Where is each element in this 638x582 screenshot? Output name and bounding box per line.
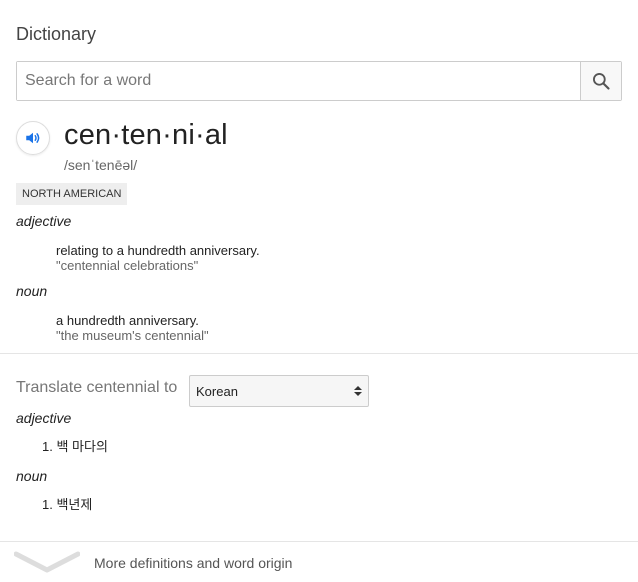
card-title: Dictionary	[16, 24, 97, 44]
search-button[interactable]	[580, 62, 621, 100]
translation-part-of-speech: noun	[16, 468, 48, 484]
example: "centennial celebrations"	[56, 258, 199, 273]
language-select-value: Korean	[196, 383, 238, 399]
more-definitions-link[interactable]: More definitions and word origin	[0, 542, 638, 582]
phonetic-spelling: /senˈtenēəl/	[64, 157, 138, 173]
chevron-down-icon	[14, 551, 80, 573]
part-of-speech: adjective	[16, 213, 72, 229]
translation-item: 1. 백 마다의	[42, 439, 108, 454]
pronunciation-button[interactable]	[16, 121, 50, 155]
translation-item: 1. 백년제	[42, 497, 93, 512]
definition: a hundredth anniversary.	[56, 313, 199, 328]
search-input[interactable]	[17, 62, 580, 100]
part-of-speech: noun	[16, 283, 48, 299]
select-arrows-icon	[354, 386, 362, 396]
section-divider	[0, 353, 638, 354]
translation-part-of-speech: adjective	[16, 410, 72, 426]
translate-label: Translate centennial to	[16, 379, 178, 396]
region-badge: NORTH AMERICAN	[16, 183, 128, 205]
dictionary-card: Dictionary cen·ten·ni·al /senˈtenēəl/ NO…	[0, 0, 638, 582]
example: "the museum's centennial"	[56, 328, 209, 343]
search-box	[16, 61, 622, 101]
speaker-icon	[26, 132, 40, 144]
search-icon	[593, 73, 610, 90]
more-definitions-label: More definitions and word origin	[94, 555, 293, 571]
definition: relating to a hundredth anniversary.	[56, 243, 260, 258]
language-select[interactable]: Korean	[189, 375, 369, 407]
headword: cen·ten·ni·al	[64, 119, 228, 151]
